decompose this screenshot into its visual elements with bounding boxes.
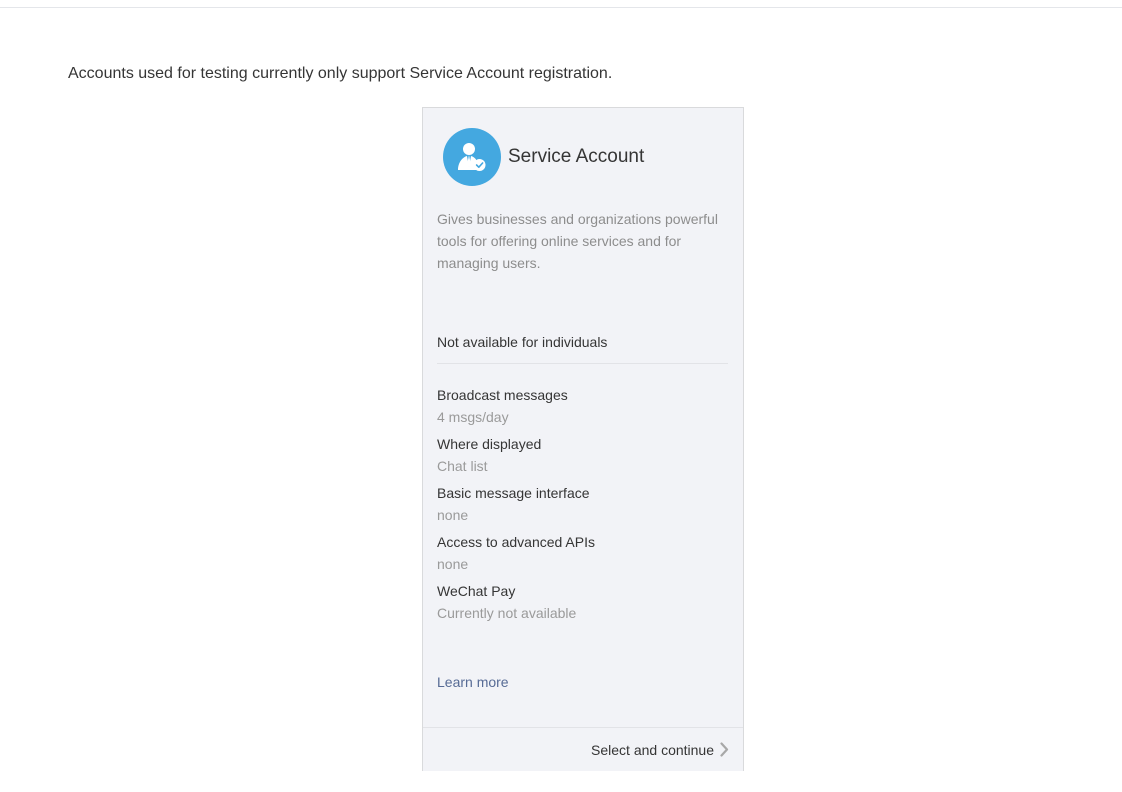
feature-label: Access to advanced APIs [437, 534, 595, 550]
testing-notice: Accounts used for testing currently only… [68, 65, 613, 82]
feature-item: Basic message interface none [437, 482, 727, 531]
service-account-icon [443, 128, 501, 186]
feature-list: Broadcast messages 4 msgs/day Where disp… [437, 384, 727, 629]
feature-value: none [437, 556, 469, 572]
card-header: Service Account [443, 128, 644, 186]
feature-value: none [437, 507, 469, 523]
feature-item: Broadcast messages 4 msgs/day [437, 384, 727, 433]
availability-note: Not available for individuals [437, 334, 608, 350]
learn-more-link[interactable]: Learn more [437, 672, 509, 692]
feature-item: Where displayed Chat list [437, 433, 727, 482]
feature-label: Where displayed [437, 436, 542, 452]
feature-label: Broadcast messages [437, 387, 568, 403]
feature-label: Basic message interface [437, 485, 590, 501]
feature-value: Currently not available [437, 605, 577, 621]
feature-value: Chat list [437, 458, 488, 474]
select-and-continue-button[interactable]: Select and continue [591, 728, 729, 771]
continue-label: Select and continue [591, 741, 714, 758]
feature-item: WeChat Pay Currently not available [437, 580, 727, 629]
feature-label: WeChat Pay [437, 583, 516, 599]
card-title: Service Account [508, 146, 645, 167]
card-footer: Select and continue [423, 727, 743, 771]
card-description: Gives businesses and organizations power… [437, 211, 718, 271]
top-divider [0, 7, 1122, 8]
feature-value: 4 msgs/day [437, 409, 509, 425]
feature-item: Access to advanced APIs none [437, 531, 727, 580]
chevron-right-icon [720, 742, 729, 757]
card-divider [437, 363, 728, 364]
service-account-card: Service Account Gives businesses and org… [422, 107, 744, 771]
